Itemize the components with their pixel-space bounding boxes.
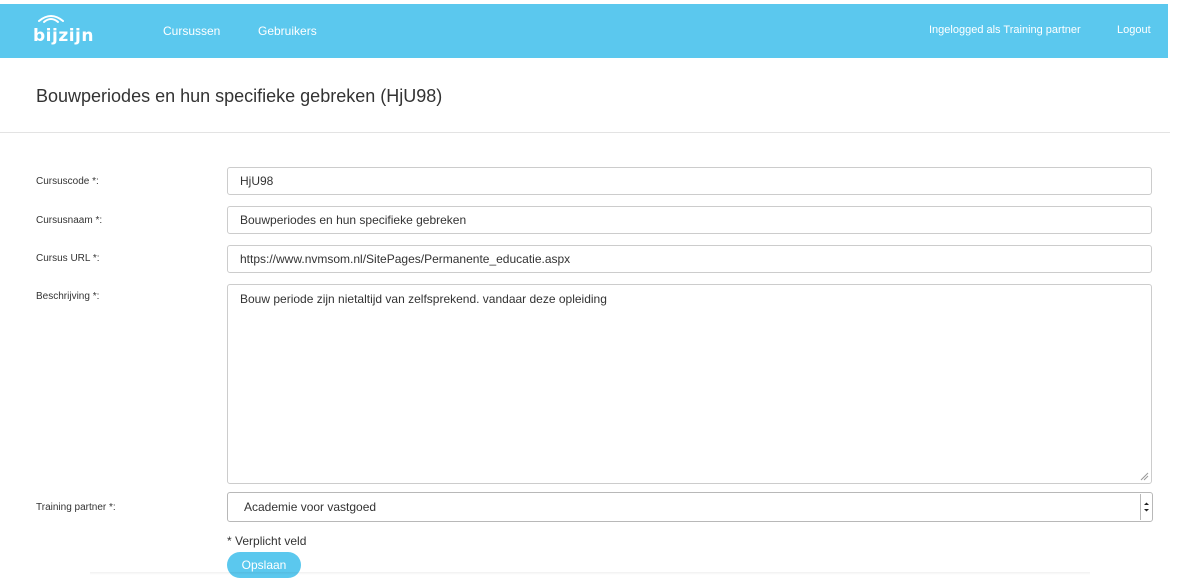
course-code-input[interactable]: HjU98	[227, 167, 1152, 195]
logged-in-status: Ingelogged als Training partner	[929, 24, 1081, 36]
logo-text: bijzijn	[33, 26, 94, 46]
header-divider	[0, 132, 1170, 133]
chevron-down-icon[interactable]	[1140, 494, 1151, 520]
course-url-input[interactable]: https://www.nvmsom.nl/SitePages/Permanen…	[227, 245, 1152, 273]
course-name-value: Bouwperiodes en hun specifieke gebreken	[240, 213, 467, 227]
training-partner-value: Academie voor vastgoed	[244, 500, 377, 514]
description-textarea[interactable]: Bouw periode zijn nietaltijd van zelfspr…	[227, 284, 1152, 484]
course-code-value: HjU98	[240, 174, 274, 188]
description-value: Bouw periode zijn nietaltijd van zelfspr…	[240, 292, 607, 306]
nav-item-gebruikers[interactable]: Gebruikers	[258, 24, 317, 38]
course-url-value: https://www.nvmsom.nl/SitePages/Permanen…	[240, 252, 571, 266]
description-label: Beschrijving *:	[36, 291, 100, 302]
required-field-note: * Verplicht veld	[227, 534, 307, 548]
page-title: Bouwperiodes en hun specifieke gebreken …	[36, 86, 443, 106]
course-code-label: Cursuscode *:	[36, 176, 99, 187]
course-url-label: Cursus URL *:	[36, 253, 100, 264]
top-navbar: bijzijn Cursussen Gebruikers Ingelogged …	[0, 4, 1168, 58]
resize-handle-icon[interactable]	[1140, 472, 1149, 481]
course-name-input[interactable]: Bouwperiodes en hun specifieke gebreken	[227, 206, 1152, 234]
bijzijn-logo[interactable]: bijzijn	[33, 10, 113, 50]
wifi-arc-icon	[38, 15, 64, 23]
training-partner-select[interactable]: Academie voor vastgoed	[227, 492, 1153, 522]
course-name-label: Cursusnaam *:	[36, 215, 103, 226]
training-partner-label: Training partner *:	[36, 502, 116, 513]
nav-item-cursussen[interactable]: Cursussen	[163, 24, 220, 38]
logout-link[interactable]: Logout	[1117, 24, 1151, 36]
